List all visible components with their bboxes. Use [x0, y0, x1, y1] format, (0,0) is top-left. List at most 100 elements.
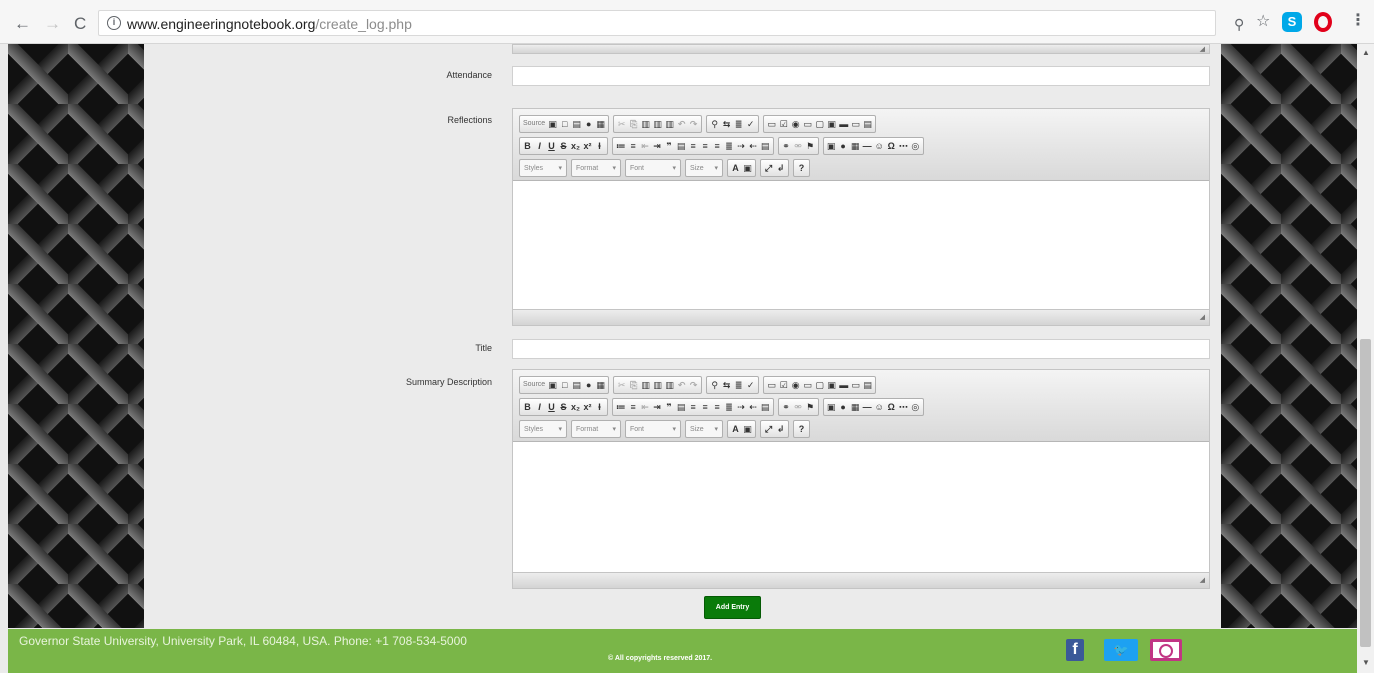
numbered-list-icon[interactable]: ≔ [616, 401, 626, 413]
font-dropdown[interactable]: Font ▾ [625, 420, 681, 438]
scroll-up-arrow-icon[interactable]: ▲ [1362, 48, 1370, 57]
textfield-icon[interactable]: ▭ [803, 118, 812, 130]
format-dropdown[interactable]: Format ▾ [571, 420, 621, 438]
select-all-icon[interactable]: ≣ [734, 118, 743, 130]
iframe-icon[interactable]: ◎ [911, 140, 920, 152]
maximize-icon[interactable]: ⤢ [764, 423, 773, 435]
div-icon[interactable]: ▤ [677, 401, 686, 413]
undo-icon[interactable]: ↶ [677, 118, 686, 130]
new-page-icon[interactable]: □ [560, 379, 569, 391]
zoom-icon[interactable]: ⚲ [1234, 17, 1244, 31]
special-char-icon[interactable]: Ω [887, 401, 896, 413]
preview-icon[interactable]: ▤ [572, 118, 581, 130]
bookmark-star-icon[interactable]: ☆ [1256, 14, 1270, 30]
div-icon[interactable]: ▤ [677, 140, 686, 152]
language-icon[interactable]: ▤ [761, 401, 770, 413]
show-blocks-icon[interactable]: ↲ [776, 162, 785, 174]
ltr-icon[interactable]: ⇢ [737, 140, 746, 152]
form-icon[interactable]: ▭ [767, 379, 776, 391]
select-icon[interactable]: ▣ [827, 379, 836, 391]
hidden-field-icon[interactable]: ▤ [863, 118, 872, 130]
link-icon[interactable]: ⚭ [782, 140, 791, 152]
reload-icon[interactable]: C [74, 15, 86, 32]
anchor-icon[interactable]: ⚑ [806, 401, 815, 413]
site-info-icon[interactable]: i [107, 16, 121, 30]
unlink-icon[interactable]: ⚮ [794, 140, 803, 152]
smiley-icon[interactable]: ☺ [875, 140, 884, 152]
ltr-icon[interactable]: ⇢ [737, 401, 746, 413]
spellcheck-icon[interactable]: ✓ [746, 379, 755, 391]
underline-button[interactable]: U [547, 401, 556, 413]
anchor-icon[interactable]: ⚑ [806, 140, 815, 152]
remove-format-icon[interactable]: Ɨ [595, 401, 604, 413]
rtl-icon[interactable]: ⇠ [749, 140, 758, 152]
replace-icon[interactable]: ⇆ [722, 118, 731, 130]
smiley-icon[interactable]: ☺ [875, 401, 884, 413]
outdent-icon[interactable]: ⇤ [641, 401, 650, 413]
help-button[interactable]: ? [797, 423, 806, 435]
summary-text-area[interactable] [513, 442, 1209, 572]
paste-icon[interactable]: ▥ [641, 379, 650, 391]
superscript-button[interactable]: x² [583, 401, 592, 413]
save-icon[interactable]: ▣ [548, 118, 557, 130]
paste-text-icon[interactable]: ▥ [653, 379, 662, 391]
align-right-icon[interactable]: ≡ [713, 401, 722, 413]
textarea-icon[interactable]: ▢ [815, 379, 824, 391]
italic-button[interactable]: I [535, 401, 544, 413]
browser-menu-icon[interactable]: ⋮ [1350, 13, 1366, 29]
preview-icon[interactable]: ▤ [572, 379, 581, 391]
text-color-button[interactable]: A [731, 423, 740, 435]
italic-button[interactable]: I [535, 140, 544, 152]
underline-button[interactable]: U [547, 140, 556, 152]
scroll-down-arrow-icon[interactable]: ▼ [1362, 658, 1370, 667]
spellcheck-icon[interactable]: ✓ [746, 118, 755, 130]
back-arrow-icon[interactable]: ← [14, 15, 31, 32]
bold-button[interactable]: B [523, 140, 532, 152]
redo-icon[interactable]: ↷ [689, 118, 698, 130]
templates-icon[interactable]: ▦ [596, 118, 605, 130]
flash-icon[interactable]: ● [839, 140, 848, 152]
hidden-field-icon[interactable]: ▤ [863, 379, 872, 391]
radio-icon[interactable]: ◉ [791, 379, 800, 391]
address-bar[interactable]: i www.engineeringnotebook.org/create_log… [98, 10, 1216, 36]
textfield-icon[interactable]: ▭ [803, 379, 812, 391]
button-icon[interactable]: ▬ [839, 379, 848, 391]
copy-icon[interactable]: ⎘ [629, 379, 638, 391]
align-right-icon[interactable]: ≡ [713, 140, 722, 152]
indent-icon[interactable]: ⇥ [653, 140, 662, 152]
image-button-icon[interactable]: ▭ [851, 379, 860, 391]
subscript-button[interactable]: x₂ [571, 140, 580, 152]
bg-color-icon[interactable]: ▣ [743, 162, 752, 174]
undo-icon[interactable]: ↶ [677, 379, 686, 391]
align-left-icon[interactable]: ≡ [689, 401, 698, 413]
paste-word-icon[interactable]: ▥ [665, 379, 674, 391]
opera-extension-icon[interactable] [1314, 12, 1332, 32]
numbered-list-icon[interactable]: ≔ [616, 140, 626, 152]
facebook-icon[interactable]: f [1066, 639, 1084, 661]
button-icon[interactable]: ▬ [839, 118, 848, 130]
blockquote-icon[interactable]: ❞ [665, 401, 674, 413]
horizontal-rule-icon[interactable]: — [863, 140, 872, 152]
twitter-icon[interactable]: 🐦 [1104, 639, 1138, 661]
special-char-icon[interactable]: Ω [887, 140, 896, 152]
bold-button[interactable]: B [523, 401, 532, 413]
editor-resize-bar[interactable] [513, 572, 1209, 588]
find-icon[interactable]: ⚲ [710, 379, 719, 391]
form-icon[interactable]: ▭ [767, 118, 776, 130]
text-color-button[interactable]: A [731, 162, 740, 174]
strike-button[interactable]: S [559, 140, 568, 152]
iframe-icon[interactable]: ◎ [911, 401, 920, 413]
indent-icon[interactable]: ⇥ [653, 401, 662, 413]
justify-icon[interactable]: ≣ [725, 140, 734, 152]
radio-icon[interactable]: ◉ [791, 118, 800, 130]
table-icon[interactable]: ▦ [851, 140, 860, 152]
save-icon[interactable]: ▣ [548, 379, 557, 391]
superscript-button[interactable]: x² [583, 140, 592, 152]
unlink-icon[interactable]: ⚮ [794, 401, 803, 413]
page-scrollbar[interactable]: ▲ ▼ [1357, 44, 1374, 673]
language-icon[interactable]: ▤ [761, 140, 770, 152]
font-dropdown[interactable]: Font ▾ [625, 159, 681, 177]
scrollbar-thumb[interactable] [1360, 339, 1371, 647]
help-button[interactable]: ? [797, 162, 806, 174]
cut-icon[interactable]: ✂ [617, 379, 626, 391]
